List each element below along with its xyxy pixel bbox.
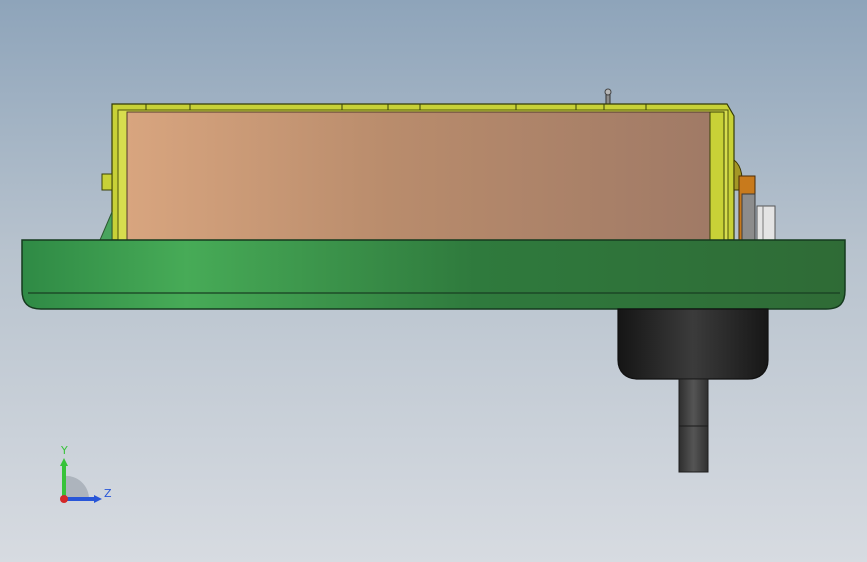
y-axis-arrow bbox=[60, 458, 68, 466]
y-axis-label: Y bbox=[60, 444, 68, 457]
rotary-knob[interactable] bbox=[617, 308, 769, 380]
top-pin bbox=[604, 88, 612, 105]
z-axis-label: Z bbox=[104, 487, 112, 500]
orientation-triad: Y Z bbox=[60, 444, 112, 503]
shaft bbox=[678, 378, 709, 473]
green-base-plate bbox=[21, 239, 846, 310]
x-axis-dot bbox=[60, 495, 68, 503]
inner-body bbox=[126, 111, 711, 241]
z-axis-arrow bbox=[94, 495, 102, 503]
right-side-components bbox=[709, 111, 776, 241]
triad-quadrant bbox=[64, 475, 90, 499]
cad-viewport[interactable] bbox=[0, 0, 867, 562]
left-side-tab bbox=[99, 173, 113, 241]
